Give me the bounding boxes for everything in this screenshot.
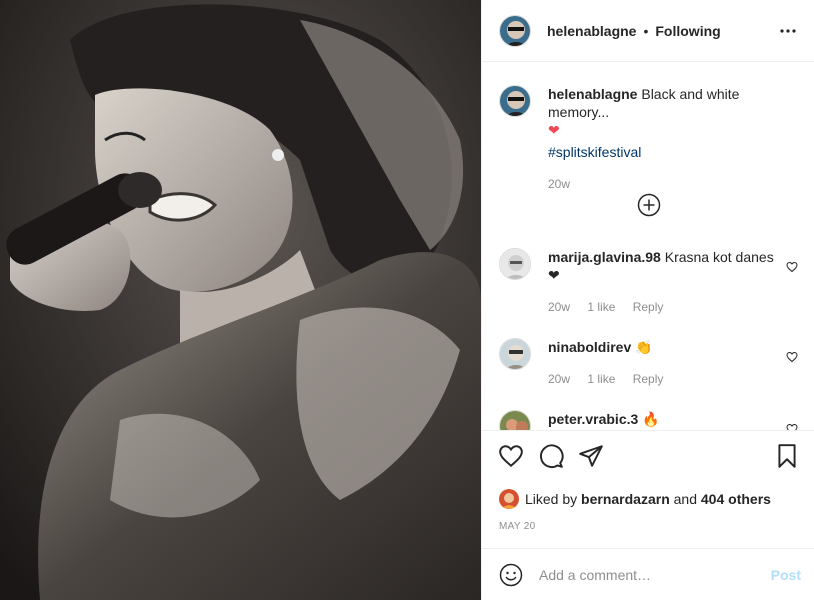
comment-item: peter.vrabic.3 🔥	[499, 410, 809, 430]
post-date[interactable]: MAY 20	[499, 521, 535, 532]
liked-by-prefix: Liked by	[525, 491, 578, 507]
following-button[interactable]: Following	[655, 23, 720, 39]
commenter-avatar[interactable]	[499, 248, 531, 280]
liker-username[interactable]: bernardazarn	[581, 491, 670, 507]
commenter-avatar[interactable]	[499, 410, 531, 430]
comments-list[interactable]: helenablagne Black and white memory... ❤…	[482, 63, 814, 430]
liked-by-and: and	[673, 491, 697, 507]
comment-like-heart-icon[interactable]	[786, 351, 798, 363]
comment-text: Krasna kot danes	[664, 249, 774, 265]
comment-emoji: ❤	[548, 267, 560, 283]
caption-heart-emoji: ❤	[548, 122, 560, 138]
author-username[interactable]: helenablagne	[547, 23, 636, 39]
comment-age[interactable]: 20w	[548, 300, 570, 314]
singer-photo-illustration	[0, 0, 481, 600]
post-actions: Liked by bernardazarn and 404 others MAY…	[482, 430, 814, 550]
post-side-panel: helenablagne • Following helenablagne Bl…	[481, 0, 814, 600]
caption-author-username[interactable]: helenablagne	[548, 86, 637, 102]
caption-author-avatar[interactable]	[499, 85, 531, 117]
emoji-icon[interactable]	[499, 563, 523, 587]
heart-icon[interactable]	[498, 443, 524, 469]
comment-reply-button[interactable]: Reply	[633, 372, 664, 386]
comment-username[interactable]: peter.vrabic.3	[548, 411, 638, 427]
comment-username[interactable]: marija.glavina.98	[548, 249, 661, 265]
post-header: helenablagne • Following	[482, 0, 814, 62]
share-icon[interactable]	[578, 443, 604, 469]
comment-emoji: 👏	[635, 339, 653, 355]
add-comment-bar: Post	[482, 548, 814, 600]
separator-dot: •	[643, 22, 649, 39]
commenter-avatar[interactable]	[499, 338, 531, 370]
author-avatar[interactable]	[499, 14, 531, 47]
add-comment-input[interactable]	[539, 566, 759, 583]
comment-reply-button[interactable]: Reply	[633, 300, 664, 314]
comment-age[interactable]: 20w	[548, 372, 570, 386]
bookmark-icon[interactable]	[774, 443, 800, 469]
likes-summary: Liked by bernardazarn and 404 others	[499, 489, 771, 509]
comment-like-count[interactable]: 1 like	[587, 300, 615, 314]
caption: helenablagne Black and white memory... ❤…	[499, 85, 803, 193]
comment-item: marija.glavina.98 Krasna kot danes ❤ 20w…	[499, 248, 809, 316]
caption-age[interactable]: 20w	[548, 177, 570, 191]
comment-like-count[interactable]: 1 like	[587, 372, 615, 386]
load-more-comments-icon[interactable]	[637, 193, 661, 217]
comment-item: ninaboldirev 👏 20w 1 like Reply	[499, 338, 809, 388]
hashtag-link[interactable]: #splitskifestival	[548, 143, 803, 161]
comment-like-heart-icon[interactable]	[786, 423, 798, 430]
comment-icon[interactable]	[538, 443, 564, 469]
comment-like-heart-icon[interactable]	[786, 261, 798, 273]
comment-emoji: 🔥	[642, 411, 660, 427]
post-comment-button[interactable]: Post	[771, 567, 801, 583]
comment-username[interactable]: ninaboldirev	[548, 339, 631, 355]
liker-avatar[interactable]	[499, 489, 519, 509]
post-photo[interactable]	[0, 0, 481, 600]
more-options-icon[interactable]	[779, 22, 797, 40]
likes-count-link[interactable]: 404 others	[701, 491, 771, 507]
